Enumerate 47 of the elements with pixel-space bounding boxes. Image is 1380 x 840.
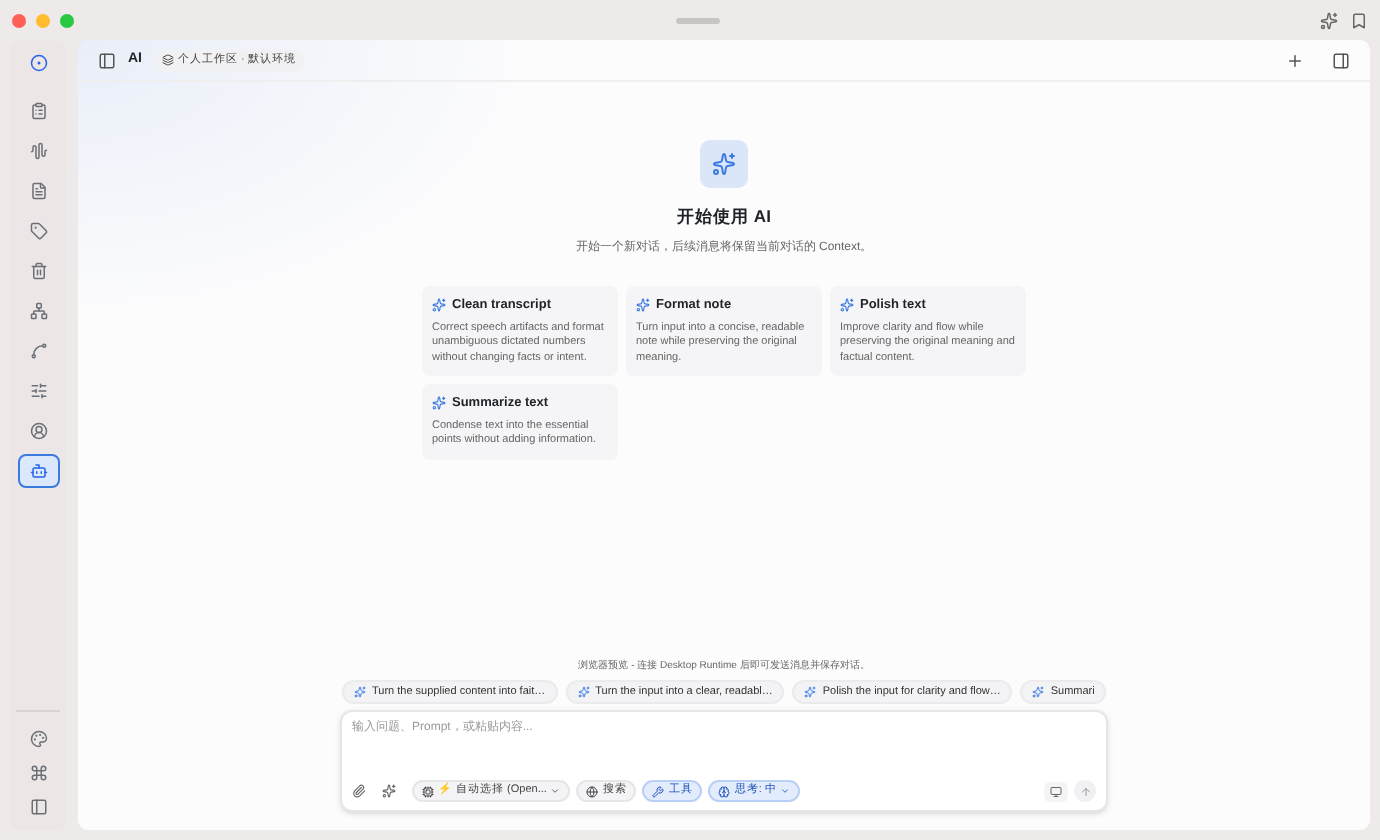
tag-icon — [29, 222, 47, 240]
option-icon — [652, 785, 665, 797]
sparkle-icon — [712, 152, 736, 176]
bookmark-icon[interactable] — [1350, 11, 1368, 29]
option-icon — [586, 785, 599, 797]
panel-icon — [1332, 51, 1350, 69]
drag-handle[interactable] — [675, 17, 719, 23]
trash-icon — [29, 262, 47, 280]
sidebar-bot-button[interactable] — [17, 454, 59, 488]
option-icon — [718, 785, 731, 797]
sparkle-icon — [354, 686, 366, 698]
logo-icon — [29, 54, 47, 72]
command-icon — [29, 764, 47, 782]
monitor-icon — [1050, 785, 1062, 797]
paperclip-icon — [352, 784, 366, 798]
sparkle-icon — [636, 298, 650, 313]
hero-title: 开始使用 AI — [677, 204, 771, 230]
palette-icon — [29, 730, 47, 748]
layers-icon — [162, 54, 174, 66]
bot-icon — [29, 462, 47, 480]
sparkle-icon — [432, 298, 446, 313]
panel-icon — [98, 51, 116, 69]
new-chat-button[interactable] — [1286, 51, 1304, 69]
arrow-up-icon — [1079, 785, 1091, 797]
sparkle-icon — [432, 396, 446, 411]
chevron-icon — [550, 786, 561, 796]
sliders-icon — [29, 382, 47, 400]
sparkle-icon — [1032, 686, 1045, 698]
chevron-icon — [780, 786, 791, 796]
panel-icon — [29, 798, 47, 816]
screen-button[interactable] — [1044, 781, 1068, 801]
sparkle-icon — [804, 686, 817, 698]
option-icon — [422, 785, 434, 797]
clipboard-icon — [29, 102, 47, 120]
plus-icon — [1286, 51, 1304, 69]
user-icon — [29, 422, 47, 440]
sparkle-icon — [382, 784, 396, 798]
sparkle-icon[interactable] — [1320, 11, 1338, 29]
network-icon — [29, 302, 47, 320]
close-window-control[interactable] — [12, 13, 26, 27]
sidebar-toggle-button[interactable] — [98, 51, 116, 69]
document-icon — [29, 182, 47, 200]
curve-icon — [29, 342, 47, 360]
sparkle-icon — [577, 686, 590, 698]
panel-toggle-button[interactable] — [1332, 51, 1350, 69]
waveform-icon — [29, 142, 47, 160]
sparkle-icon — [840, 298, 854, 313]
